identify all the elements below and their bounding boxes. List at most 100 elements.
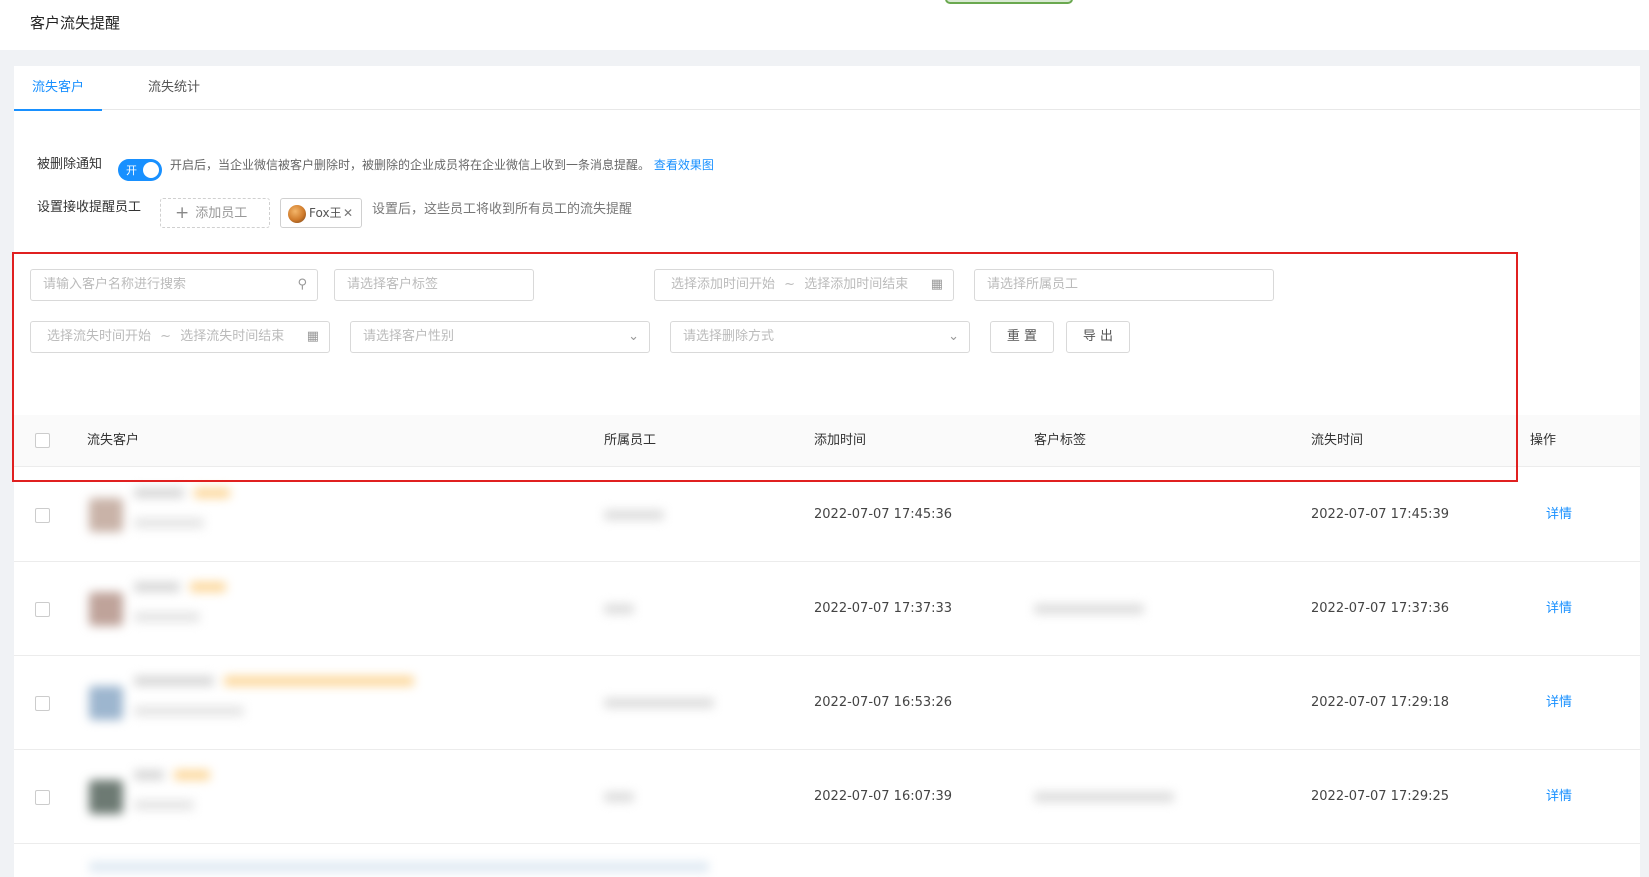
add-time-cell: 2022-07-07 16:53:26 — [814, 695, 953, 710]
search-input-field[interactable] — [43, 277, 263, 292]
add-time-cell: 2022-07-07 17:37:33 — [814, 601, 953, 616]
select-all-checkbox[interactable] — [35, 433, 50, 448]
search-icon[interactable]: ⚲ — [297, 270, 307, 300]
customer-tags — [1034, 792, 1174, 802]
row-checkbox[interactable] — [35, 508, 50, 523]
customer-subtext — [134, 612, 200, 622]
employee-select-placeholder: 请选择所属员工 — [987, 277, 1079, 292]
employee-name — [604, 792, 634, 802]
table-row: 2022-07-07 17:45:36 2022-07-07 17:45:39 … — [14, 468, 1640, 562]
customer-badge — [224, 676, 414, 686]
customer-subtext — [134, 518, 204, 528]
lost-time-start: 选择流失时间开始 — [47, 329, 152, 344]
lost-time-range-picker[interactable]: 选择流失时间开始 ~ 选择流失时间结束 ▦ — [30, 321, 330, 353]
detail-link[interactable]: 详情 — [1546, 562, 1572, 656]
add-time-cell: 2022-07-07 17:45:36 — [814, 507, 953, 522]
lost-time-end: 选择流失时间结束 — [180, 329, 285, 344]
add-employee-button[interactable]: + 添加员工 — [160, 198, 270, 228]
customer-avatar — [89, 686, 123, 720]
top-banner-badge — [945, 0, 1073, 4]
column-header-tags: 客户标签 — [1034, 433, 1087, 448]
column-header-customer: 流失客户 — [87, 433, 140, 448]
column-header-lost-time: 流失时间 — [1311, 433, 1364, 448]
customer-avatar — [89, 780, 123, 814]
add-time-start: 选择添加时间开始 — [671, 277, 776, 292]
tag-select[interactable]: 请选择客户标签 — [334, 269, 534, 301]
table-row: 2022-07-07 16:53:26 2022-07-07 17:29:18 … — [14, 656, 1640, 750]
gender-select-placeholder: 请选择客户性别 — [363, 329, 455, 344]
employee-tag: Fox王 ✕ — [280, 198, 362, 228]
detail-link[interactable]: 详情 — [1546, 750, 1572, 844]
calendar-icon: ▦ — [930, 277, 943, 292]
customer-name — [134, 676, 214, 686]
search-input[interactable]: ⚲ — [30, 269, 318, 301]
tab-lost-statistics[interactable]: 流失统计 — [148, 66, 208, 110]
lost-time-cell: 2022-07-07 17:29:18 — [1311, 695, 1450, 710]
delete-notice-hint-text: 开启后，当企业微信被客户删除时，被删除的企业成员将在企业微信上收到一条消息提醒。 — [170, 158, 651, 172]
row-checkbox[interactable] — [35, 696, 50, 711]
range-separator: ~ — [784, 277, 796, 292]
customer-badge — [174, 770, 210, 780]
customer-name — [134, 582, 180, 592]
customer-subtext — [134, 800, 194, 810]
column-header-add-time: 添加时间 — [814, 433, 867, 448]
chevron-down-icon: ⌄ — [628, 329, 639, 344]
detail-link[interactable]: 详情 — [1546, 656, 1572, 750]
customer-badge — [190, 582, 226, 592]
main-card: 流失客户 流失统计 被删除通知 开 开启后，当企业微信被客户删除时，被删除的企业… — [12, 66, 1640, 877]
column-header-action: 操作 — [1530, 433, 1557, 448]
customer-name — [134, 488, 184, 498]
table-row: 2022-07-07 16:07:39 2022-07-07 17:29:25 … — [14, 750, 1640, 844]
export-button[interactable]: 导 出 — [1066, 321, 1130, 353]
tag-select-placeholder: 请选择客户标签 — [347, 277, 439, 292]
page-header: 客户流失提醒 — [0, 0, 1649, 50]
receivers-hint: 设置后，这些员工将收到所有员工的流失提醒 — [372, 202, 633, 217]
avatar — [288, 205, 306, 223]
tab-bar: 流失客户 流失统计 — [14, 66, 1640, 111]
detail-link[interactable]: 详情 — [1546, 468, 1572, 562]
receivers-label: 设置接收提醒员工 — [37, 200, 142, 215]
employee-name — [604, 510, 664, 520]
delete-mode-select[interactable]: 请选择删除方式 ⌄ — [670, 321, 970, 353]
lost-time-cell: 2022-07-07 17:37:36 — [1311, 601, 1450, 616]
tab-lost-customers[interactable]: 流失客户 — [14, 66, 102, 111]
range-separator: ~ — [160, 329, 172, 344]
customer-avatar — [89, 498, 123, 532]
switch-knob — [143, 162, 159, 178]
employee-tag-name: Fox王 — [309, 206, 342, 220]
employee-select[interactable]: 请选择所属员工 — [974, 269, 1274, 301]
add-employee-label: 添加员工 — [195, 206, 248, 221]
row-checkbox[interactable] — [35, 602, 50, 617]
delete-mode-select-placeholder: 请选择删除方式 — [683, 329, 775, 344]
table-row — [14, 844, 1640, 877]
table-row: 2022-07-07 17:37:33 2022-07-07 17:37:36 … — [14, 562, 1640, 656]
row-checkbox[interactable] — [35, 790, 50, 805]
chevron-down-icon: ⌄ — [948, 329, 959, 344]
lost-time-cell: 2022-07-07 17:45:39 — [1311, 507, 1450, 522]
customer-avatar — [89, 592, 123, 626]
close-icon[interactable]: ✕ — [343, 199, 353, 227]
add-time-cell: 2022-07-07 16:07:39 — [814, 789, 953, 804]
employee-name — [604, 698, 714, 708]
customer-name — [134, 770, 164, 780]
page-title: 客户流失提醒 — [30, 14, 121, 32]
customer-tags — [1034, 604, 1144, 614]
employee-name — [604, 604, 634, 614]
switch-text: 开 — [126, 164, 137, 177]
add-time-range-picker[interactable]: 选择添加时间开始 ~ 选择添加时间结束 ▦ — [654, 269, 954, 301]
gender-select[interactable]: 请选择客户性别 ⌄ — [350, 321, 650, 353]
view-effect-link[interactable]: 查看效果图 — [654, 158, 714, 172]
reset-button[interactable]: 重 置 — [990, 321, 1054, 353]
delete-notice-hint: 开启后，当企业微信被客户删除时，被删除的企业成员将在企业微信上收到一条消息提醒。… — [170, 156, 714, 173]
delete-notice-label: 被删除通知 — [37, 157, 103, 172]
delete-notice-switch[interactable]: 开 — [118, 159, 162, 181]
calendar-icon: ▦ — [306, 329, 319, 344]
column-header-employee: 所属员工 — [604, 433, 657, 448]
plus-icon: + — [175, 203, 190, 223]
add-time-end: 选择添加时间结束 — [804, 277, 909, 292]
lost-time-cell: 2022-07-07 17:29:25 — [1311, 789, 1450, 804]
customer-subtext — [134, 706, 244, 716]
customer-badge — [194, 488, 230, 498]
table-header: 流失客户 所属员工 添加时间 客户标签 流失时间 操作 — [14, 415, 1640, 467]
partial-row-content — [89, 862, 709, 872]
